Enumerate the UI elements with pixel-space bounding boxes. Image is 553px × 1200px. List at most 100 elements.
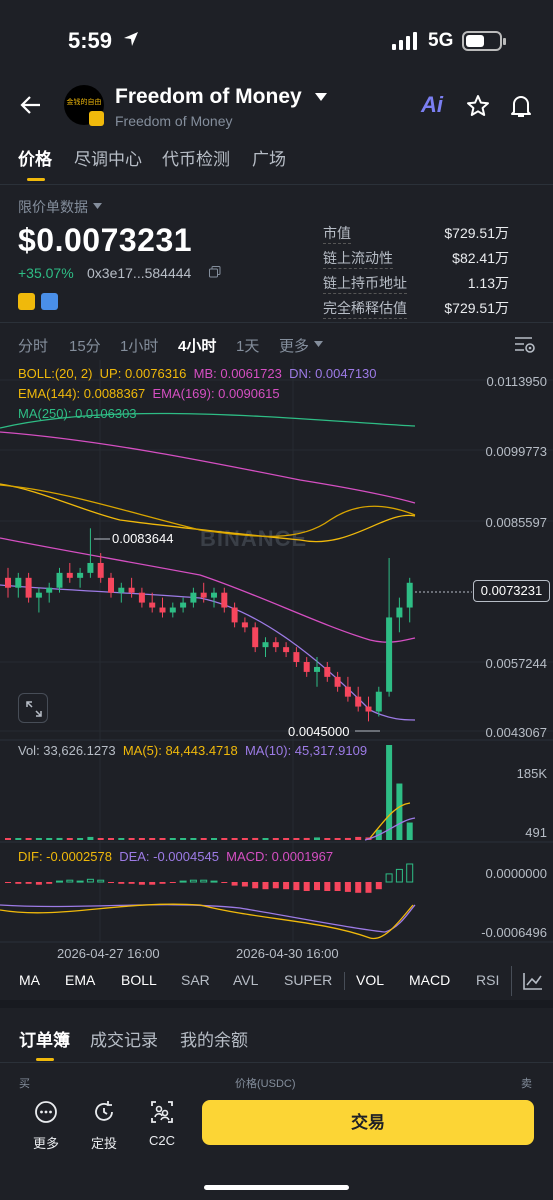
vol-ma5-value: MA(5): 84,443.4718 [122,743,238,758]
macd-bar [252,882,259,889]
indicator-boll[interactable]: BOLL [121,972,157,988]
volume-bar [211,838,217,840]
chain-badge-icon [89,111,104,126]
tab-my-balance[interactable]: 我的余额 [180,1026,248,1051]
chevron-down-icon[interactable] [315,93,327,102]
candle-body [46,587,53,593]
volume-bar [35,838,42,840]
candle-body [180,602,187,608]
stat-row: 链上流动性 $82.41万 [323,248,509,269]
macd-bar [179,880,187,883]
orderbook-price-header[interactable]: 价格(USDC) [235,1075,296,1091]
timeframe-1h[interactable]: 1小时 [120,335,158,356]
more-dots-icon [35,1101,57,1123]
copy-icon[interactable] [209,266,221,278]
indicator-macd[interactable]: MACD [409,972,450,988]
boll-dn-value: DN: 0.0047130 [289,366,377,381]
timeframe-1d[interactable]: 1天 [236,335,259,356]
timeframe-15m[interactable]: 15分 [69,335,101,356]
volume-indicator-row: Vol: 33,626.1273 MA(5): 84,443.4718 MA(1… [18,743,367,758]
tab-token-check[interactable]: 代币检测 [162,145,230,170]
c2c-button[interactable]: C2C [142,1100,182,1148]
indicator-ma[interactable]: MA [19,972,40,988]
c2c-label: C2C [148,1133,175,1148]
tab-price[interactable]: 价格 [18,145,52,170]
dea-line [0,904,416,933]
indicator-super[interactable]: SUPER [284,972,332,988]
indicator-sar[interactable]: SAR [181,972,210,988]
ai-assistant-icon[interactable]: Ai [421,92,443,118]
macd-histogram [5,863,414,893]
chevron-down-icon[interactable] [93,203,102,209]
candle-body [108,577,114,593]
bnb-chain-icon[interactable] [18,293,35,310]
volume-bar [87,836,94,840]
chart-settings-icon[interactable] [514,335,536,355]
low-label: 0.0045000 [288,724,349,739]
bell-notification-icon[interactable] [509,93,533,119]
tab-due-diligence[interactable]: 尽调中心 [74,145,142,170]
macd-bar [149,882,156,885]
stat-label: 链上持币地址 [323,273,407,294]
macd-bar [272,882,279,889]
fullscreen-button[interactable] [18,693,48,723]
volume-bars [5,745,413,840]
chart-line-icon[interactable] [523,972,543,990]
candle-body [314,666,320,672]
chart-area[interactable]: BINANCE 0.0083644 0.0045000 BOLL:(20, 2)… [0,360,553,950]
token-title[interactable]: Freedom of Money [115,85,302,109]
candle-body [66,572,73,578]
tab-orderbook[interactable]: 订单簿 [19,1026,70,1051]
volume-bar [56,837,63,840]
battery-icon [462,31,506,51]
more-button[interactable]: 更多 [26,1100,66,1152]
candle-body [200,592,207,598]
stat-label: 链上流动性 [323,248,393,269]
limit-order-data-label[interactable]: 限价单数据 [18,197,88,217]
star-favorite-icon[interactable] [466,94,490,118]
volume-bar [159,838,166,840]
candle-body [293,652,300,663]
indicator-vol[interactable]: VOL [356,972,384,988]
tab-square[interactable]: 广场 [252,145,286,170]
volume-bar [25,838,32,840]
more-label: 更多 [32,1136,59,1151]
candle-body [283,647,290,653]
signal-icon [392,32,417,50]
dca-button[interactable]: 定投 [84,1100,124,1152]
macd-bar [355,882,362,893]
tab-trades[interactable]: 成交记录 [90,1026,158,1051]
macd-bar [303,882,310,891]
macd-bar [406,863,414,883]
candle-body [35,592,42,598]
indicator-rsi[interactable]: RSI [476,972,499,988]
macd-bar [314,882,320,891]
logo-text: 金钱的自由 [66,99,102,106]
volume-bar [314,837,320,840]
macd-bar [138,882,145,885]
macd-bar [210,880,218,883]
macd-bar [35,882,42,885]
macd-bar [221,882,228,883]
volume-bar [15,838,22,840]
trade-button[interactable]: 交易 [202,1100,534,1145]
divider [344,972,345,990]
stat-row: 市值 $729.51万 [323,223,509,244]
indicator-ema[interactable]: EMA [65,972,95,988]
timeframe-more[interactable]: 更多 [279,335,309,356]
volume-bar [241,838,248,840]
timeframe-time-share[interactable]: 分时 [18,335,48,356]
volume-bar [231,838,238,840]
network-type: 5G [428,30,454,51]
timeframe-4h[interactable]: 4小时 [178,335,216,356]
indicator-avl[interactable]: AVL [233,972,258,988]
macd-bar [97,879,105,883]
macd-bar [200,879,208,883]
candle-body [221,592,228,608]
wallet-shield-icon[interactable] [41,293,58,310]
macd-bar [86,878,94,883]
chevron-down-icon[interactable] [314,341,323,347]
candle-body [262,642,269,648]
stat-row: 完全稀释估值 $729.51万 [323,298,509,319]
back-arrow-icon[interactable] [20,94,42,116]
